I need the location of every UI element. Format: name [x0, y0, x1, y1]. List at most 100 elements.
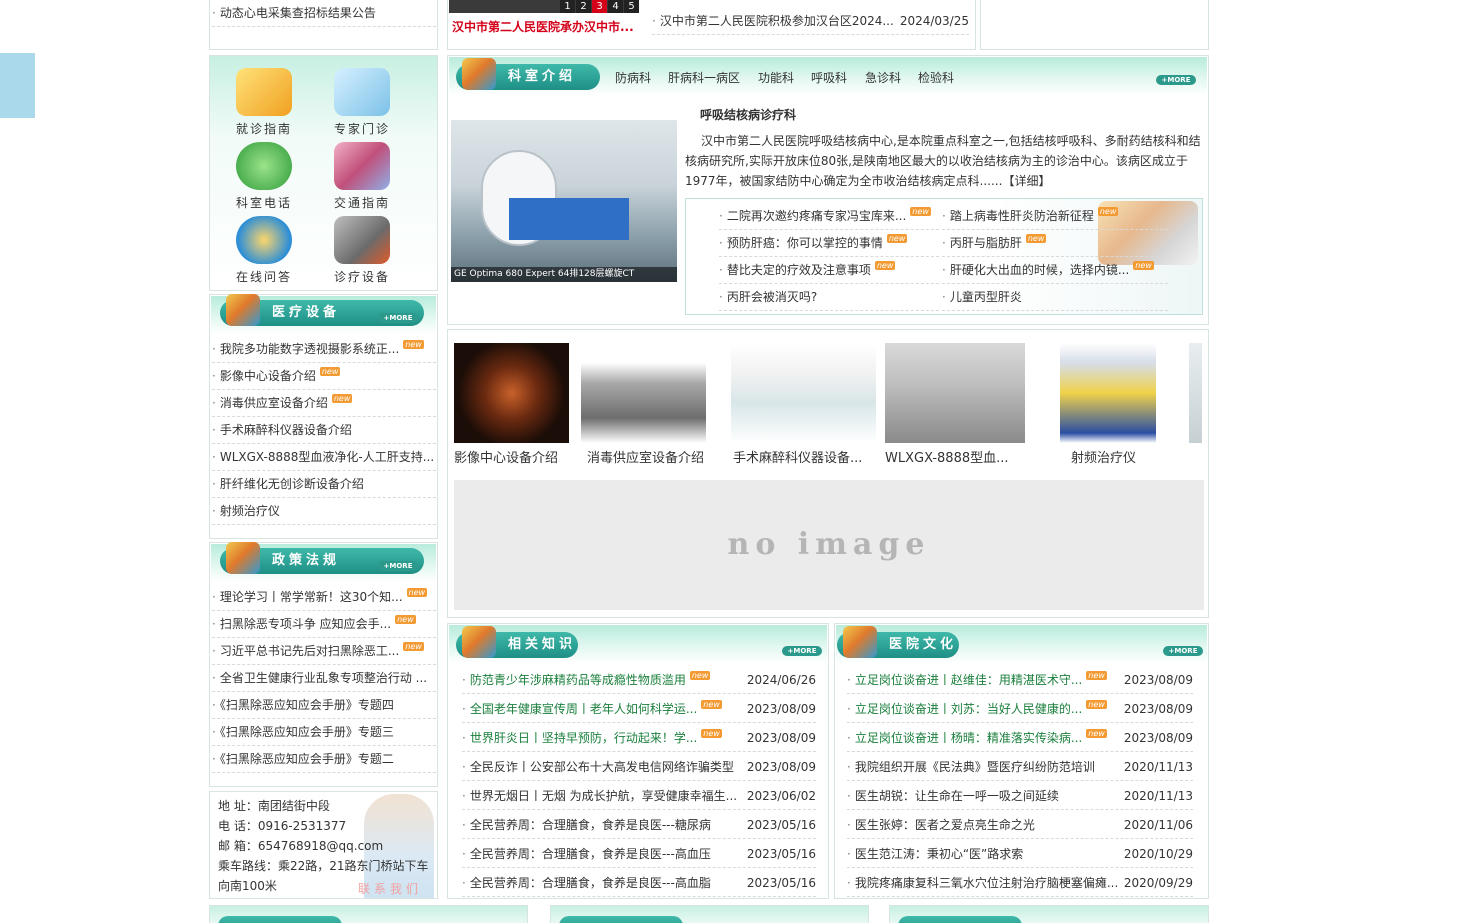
list-item[interactable]: · 我院疼痛康复科三氧水穴位注射治疗脑梗塞偏瘫... 2020/09/29 — [847, 869, 1193, 897]
list-item[interactable]: · 肝硬化大出血的时候，选择内镜... new — [942, 257, 1168, 284]
list-item-link[interactable]: WLXGX-8888型血液净化-人工肝支持... — [220, 450, 434, 464]
list-item[interactable]: · 医生范江涛：秉初心“医”路求索 2020/10/29 — [847, 840, 1193, 868]
list-item-link[interactable]: 我院组织开展《民法典》暨医疗纠纷防范培训 — [855, 760, 1095, 774]
list-item[interactable]: · 二院再次邀约疼痛专家冯宝库来... new — [719, 203, 939, 230]
list-item-link[interactable]: 防范青少年涉麻精药品等成瘾性物质滥用 — [470, 673, 686, 687]
guide-item-qa[interactable]: 在线问答 — [215, 216, 313, 285]
list-item-link[interactable]: 医生张婷：医者之爱点亮生命之光 — [855, 818, 1035, 832]
list-item[interactable]: · 理论学习丨常学常新！这30个知... new — [212, 584, 436, 611]
list-item-link[interactable]: 二院再次邀约疼痛专家冯宝库来... — [727, 209, 906, 223]
list-item-link[interactable]: 立足岗位谈奋进丨刘苏：当好人民健康的... — [855, 702, 1082, 716]
list-item[interactable]: · 丙肝与脂肪肝 new — [942, 230, 1168, 257]
gallery-thumb-anesthesia[interactable] — [731, 343, 876, 443]
list-item[interactable]: · 儿童丙型肝炎 — [942, 284, 1168, 311]
list-item-link[interactable]: 《扫黑除恶应知应会手册》专题三 — [220, 725, 394, 739]
list-item[interactable]: · 全国老年健康宣传周丨老年人如何科学运... new 2023/08/09 — [462, 695, 816, 723]
list-item[interactable]: · 射频治疗仪 — [212, 498, 436, 525]
list-item[interactable]: · 影像中心设备介绍 new — [212, 363, 436, 390]
list-item-link[interactable]: 丙肝会被消灭吗? — [727, 290, 817, 304]
list-item[interactable]: · 消毒供应室设备介绍 new — [212, 390, 436, 417]
list-item[interactable]: · 《扫黑除恶应知应会手册》专题三 — [212, 719, 436, 746]
list-item-link[interactable]: 肝纤维化无创诊断设备介绍 — [220, 477, 364, 491]
slider-page-3[interactable]: 3 — [592, 0, 607, 13]
list-item-link[interactable]: 全民反诈丨公安部公布十大高发电信网络诈骗类型 — [470, 760, 734, 774]
list-item-link[interactable]: 医生范江涛：秉初心“医”路求索 — [855, 847, 1023, 861]
slider-page-1[interactable]: 1 — [560, 0, 575, 13]
policy-more-button[interactable]: +MORE — [378, 561, 418, 571]
ct-scanner-photo[interactable]: GE Optima 680 Expert 64排128层螺旋CT — [451, 120, 677, 282]
list-item-link[interactable]: 扫黑除恶专项斗争 应知应会手... — [220, 617, 391, 631]
list-item[interactable]: · 立足岗位谈奋进丨赵维佳：用精湛医术守... new 2023/08/09 — [847, 666, 1193, 694]
list-item-link[interactable]: 儿童丙型肝炎 — [950, 290, 1022, 304]
list-item[interactable]: · 我院多功能数字透视摄影系统正... new — [212, 336, 436, 363]
list-item-link[interactable]: 立足岗位谈奋进丨杨晴：精准落实传染病... — [855, 731, 1082, 745]
list-item[interactable]: · 肝纤维化无创诊断设备介绍 — [212, 471, 436, 498]
tab-liver-ward-1[interactable]: 肝病科一病区 — [668, 69, 740, 86]
list-item[interactable]: · 全民营养周：合理膳食，食养是良医---高血脂 2023/05/16 — [462, 869, 816, 897]
guide-item-traffic[interactable]: 交通指南 — [313, 142, 411, 211]
gallery-thumb-partial[interactable] — [1189, 343, 1202, 443]
list-item[interactable]: · 世界无烟日丨无烟 为成长护航，享受健康幸福生... 2023/06/02 — [462, 782, 816, 810]
list-item-link[interactable]: 手术麻醉科仪器设备介绍 — [220, 423, 352, 437]
departments-more-button[interactable]: +MORE — [1156, 75, 1196, 85]
list-item-link[interactable]: 踏上病毒性肝炎防治新征程 — [950, 209, 1094, 223]
list-item[interactable]: · 全民营养周：合理膳食，食养是良医---糖尿病 2023/05/16 — [462, 811, 816, 839]
list-item[interactable]: · 习近平总书记先后对扫黑除恶工... new — [212, 638, 436, 665]
list-item[interactable]: · WLXGX-8888型血液净化-人工肝支持... — [212, 444, 436, 471]
list-item[interactable]: · 全民营养周：合理膳食，食养是良医---高血压 2023/05/16 — [462, 840, 816, 868]
culture-more-button[interactable]: +MORE — [1163, 646, 1203, 656]
list-item-link[interactable]: 全民营养周：合理膳食，食养是良医---糖尿病 — [470, 818, 711, 832]
guide-item-equipment[interactable]: 诊疗设备 — [313, 216, 411, 285]
feature-title[interactable]: 呼吸结核病诊疗科 — [700, 106, 796, 123]
list-item[interactable]: · 预防肝癌：你可以掌控的事情 new — [719, 230, 939, 257]
tab-respiratory[interactable]: 呼吸科 — [811, 69, 847, 86]
list-item[interactable]: · 动态心电采集查招标结果公告 — [212, 0, 436, 27]
list-item-link[interactable]: 世界无烟日丨无烟 为成长护航，享受健康幸福生... — [470, 789, 737, 803]
list-item-link[interactable]: 消毒供应室设备介绍 — [220, 396, 328, 410]
guide-item-expert[interactable]: 专家门诊 — [313, 68, 411, 137]
list-item-link[interactable]: 肝硬化大出血的时候，选择内镜... — [950, 263, 1129, 277]
list-item[interactable]: · 扫黑除恶专项斗争 应知应会手... new — [212, 611, 436, 638]
gallery-caption-5[interactable]: 射频治疗仪 — [1071, 447, 1171, 466]
list-item[interactable]: · 世界肝炎日丨坚持早预防，行动起来！学... new 2023/08/09 — [462, 724, 816, 752]
detail-link[interactable]: 【详细】 — [1002, 174, 1050, 188]
gallery-caption-4[interactable]: WLXGX-8888型血... — [885, 447, 1025, 466]
list-item[interactable]: · 替比夫定的疗效及注意事项 new — [719, 257, 939, 284]
list-item-link[interactable]: 《扫黑除恶应知应会手册》专题四 — [220, 698, 394, 712]
slider-page-4[interactable]: 4 — [608, 0, 623, 13]
gallery-caption-2[interactable]: 消毒供应室设备介绍 — [587, 447, 727, 466]
gallery-thumb-ct-vessel[interactable] — [454, 343, 569, 443]
list-item-link[interactable]: 我院多功能数字透视摄影系统正... — [220, 342, 399, 356]
list-item-link[interactable]: 预防肝癌：你可以掌控的事情 — [727, 236, 883, 250]
tab-prevention[interactable]: 防病科 — [615, 69, 651, 86]
knowledge-more-button[interactable]: +MORE — [782, 646, 822, 656]
tab-laboratory[interactable]: 检验科 — [918, 69, 954, 86]
list-item-link[interactable]: 理论学习丨常学常新！这30个知... — [220, 590, 403, 604]
list-item-link[interactable]: 全国老年健康宣传周丨老年人如何科学运... — [470, 702, 697, 716]
floating-side-tab[interactable] — [0, 53, 35, 118]
gallery-caption-1[interactable]: 影像中心设备介绍 — [454, 447, 568, 466]
list-item-link[interactable]: 替比夫定的疗效及注意事项 — [727, 263, 871, 277]
list-item[interactable]: · 全民反诈丨公安部公布十大高发电信网络诈骗类型 2023/08/09 — [462, 753, 816, 781]
guide-item-visit[interactable]: 就诊指南 — [215, 68, 313, 137]
list-item[interactable]: · 医生张婷：医者之爱点亮生命之光 2020/11/06 — [847, 811, 1193, 839]
guide-item-phone[interactable]: 科室电话 — [215, 142, 313, 211]
list-item[interactable]: · 踏上病毒性肝炎防治新征程 new — [942, 203, 1168, 230]
slider-page-5[interactable]: 5 — [624, 0, 639, 13]
list-item-link[interactable]: 立足岗位谈奋进丨赵维佳：用精湛医术守... — [855, 673, 1082, 687]
list-item-link[interactable]: 世界肝炎日丨坚持早预防，行动起来！学... — [470, 731, 697, 745]
list-item-link[interactable]: 全民营养周：合理膳食，食养是良医---高血压 — [470, 847, 711, 861]
list-item[interactable]: · 手术麻醉科仪器设备介绍 — [212, 417, 436, 444]
list-item-link[interactable]: 习近平总书记先后对扫黑除恶工... — [220, 644, 399, 658]
gallery-thumb-blood-purification[interactable] — [885, 343, 1025, 443]
list-item[interactable]: · 丙肝会被消灭吗? — [719, 284, 939, 311]
list-item-link[interactable]: 医生胡锐：让生命在一呼一吸之间延续 — [855, 789, 1059, 803]
list-item[interactable]: · 立足岗位谈奋进丨杨晴：精准落实传染病... new 2023/08/09 — [847, 724, 1193, 752]
list-item-link[interactable]: 全民营养周：合理膳食，食养是良医---高血脂 — [470, 876, 711, 890]
slider-page-2[interactable]: 2 — [576, 0, 591, 13]
list-item-link[interactable]: 全省卫生健康行业乱象专项整治行动 ... — [220, 671, 427, 685]
list-item[interactable]: · 全省卫生健康行业乱象专项整治行动 ... — [212, 665, 436, 692]
list-item[interactable]: · 我院组织开展《民法典》暨医疗纠纷防范培训 2020/11/13 — [847, 753, 1193, 781]
tab-emergency[interactable]: 急诊科 — [865, 69, 901, 86]
list-item[interactable]: · 《扫黑除恶应知应会手册》专题四 — [212, 692, 436, 719]
